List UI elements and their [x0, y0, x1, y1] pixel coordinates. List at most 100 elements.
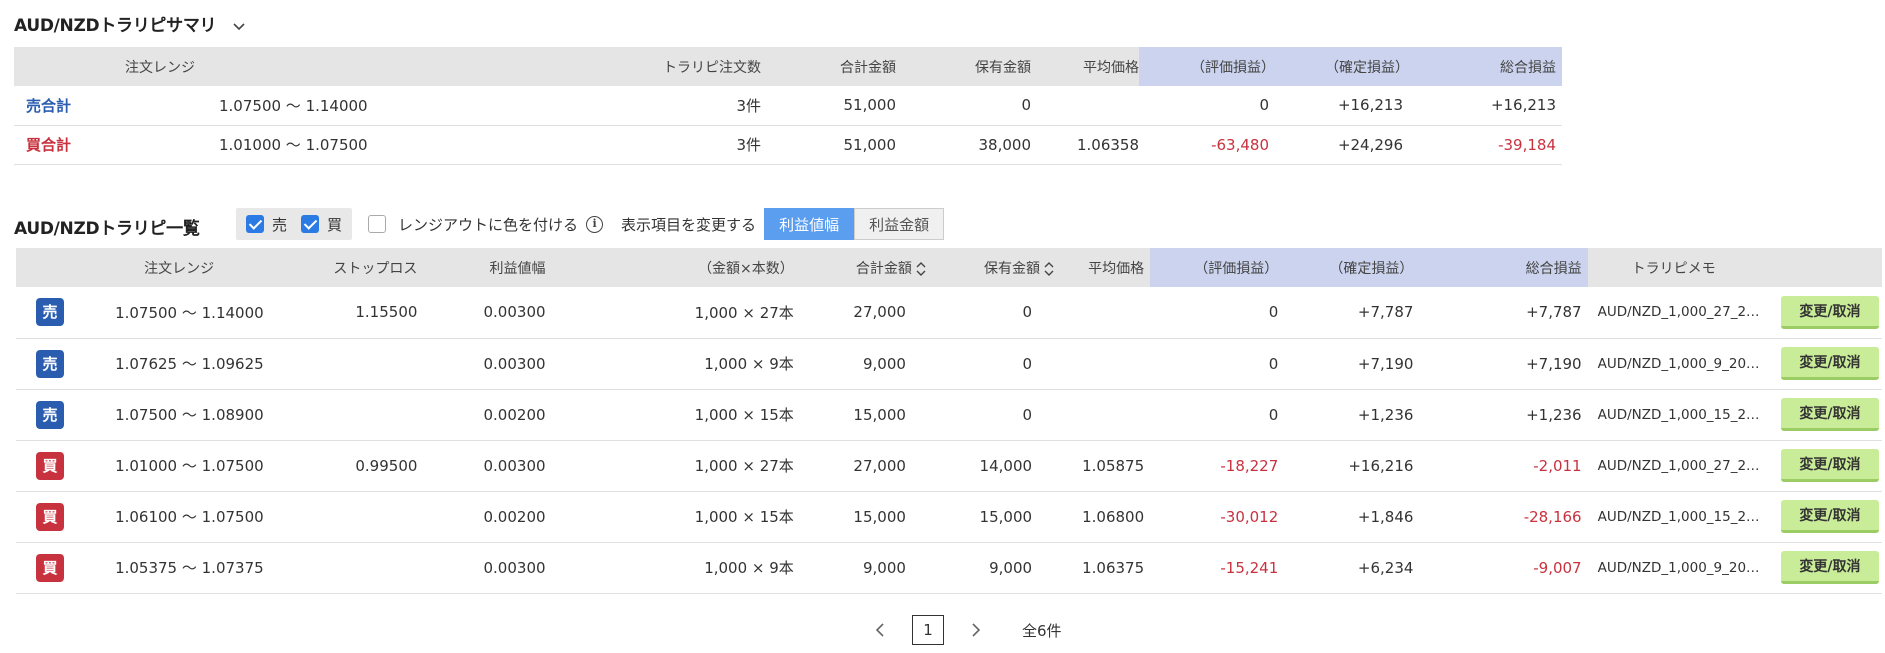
change-cancel-button[interactable]: 変更/取消 [1780, 347, 1879, 380]
summary-orders: 3件 [306, 125, 761, 165]
summary-row-buy: 買合計 1.01000 〜 1.07500 3件 51,000 38,000 1… [14, 125, 1562, 165]
change-cancel-button[interactable]: 変更/取消 [1780, 398, 1879, 431]
summary-eval: -63,480 [1139, 125, 1275, 165]
confirmed-pl-cell: +7,190 [1284, 338, 1420, 390]
held-cell: 15,000 [925, 491, 1055, 543]
summary-row-sell: 売合計 1.07500 〜 1.14000 3件 51,000 0 0 +16,… [14, 86, 1562, 126]
summary-col-avg: 平均価格 [1031, 47, 1139, 86]
summary-col-range: 注文レンジ [14, 47, 306, 86]
list-col-held[interactable]: 保有金額 [925, 248, 1055, 287]
list-row: 買 1.06100 〜 1.07500 0.00200 1,000 × 15本 15,0… [16, 491, 1882, 543]
side-cell: 売 [16, 287, 85, 339]
profit-width-cell: 0.00300 [419, 338, 548, 390]
avg-price-cell: 1.06800 [1054, 491, 1151, 543]
qty-cell: 1,000 × 9本 [547, 542, 798, 594]
confirmed-pl-cell: +1,236 [1284, 389, 1420, 441]
summary-col-total: 合計金額 [761, 47, 896, 86]
avg-price-cell [1054, 287, 1151, 339]
confirmed-pl-cell: +1,846 [1284, 491, 1420, 543]
overall-pl-cell: -28,166 [1419, 491, 1588, 543]
list-toolbar: 売 買 レンジアウトに色を付ける i 表示項目を変更する 利益値幅 利益金額 [236, 208, 945, 240]
range-cell: 1.05375 〜 1.07375 [84, 542, 275, 594]
change-cancel-button[interactable]: 変更/取消 [1780, 500, 1879, 533]
sort-icon[interactable] [916, 261, 926, 276]
side-cell: 買 [16, 440, 85, 492]
memo-cell: AUD/NZD_1,000_27_2… [1587, 440, 1778, 492]
summary-title[interactable]: AUD/NZDトラリピサマリ [14, 11, 246, 36]
profit-amount-button[interactable]: 利益金額 [854, 208, 945, 240]
filter-range-color[interactable]: レンジアウトに色を付ける i [368, 214, 604, 235]
list-col-width: 利益値幅 [419, 248, 548, 287]
filter-sell[interactable]: 売 [246, 214, 287, 235]
held-cell: 9,000 [925, 542, 1055, 594]
stop-loss-cell: 0.99500 [274, 440, 420, 492]
profit-width-cell: 0.00300 [419, 440, 548, 492]
change-cancel-button[interactable]: 変更/取消 [1780, 551, 1879, 584]
list-row: 売 1.07500 〜 1.14000 1.15500 0.00300 1,000 × … [16, 287, 1882, 339]
side-cell: 売 [16, 389, 85, 441]
buy-badge: 買 [36, 553, 65, 582]
summary-confirmed: +16,213 [1275, 86, 1409, 126]
page-current[interactable]: 1 [912, 615, 944, 645]
range-cell: 1.06100 〜 1.07500 [84, 491, 275, 543]
stop-loss-cell [274, 389, 420, 441]
stop-loss-cell [274, 338, 420, 390]
summary-avg: 1.06358 [1031, 125, 1139, 165]
memo-cell: AUD/NZD_1,000_9_20… [1587, 338, 1778, 390]
prev-page-icon[interactable] [862, 621, 898, 639]
overall-pl-cell: +1,236 [1419, 389, 1588, 441]
list-row: 買 1.05375 〜 1.07375 0.00300 1,000 × 9本 9,000… [16, 542, 1882, 594]
next-page-icon[interactable] [958, 621, 994, 639]
buy-checkbox-label: 買 [327, 215, 343, 234]
summary-held: 38,000 [896, 125, 1031, 165]
list-col-avg: 平均価格 [1054, 248, 1151, 287]
range-cell: 1.07500 〜 1.08900 [84, 389, 275, 441]
total-cell: 15,000 [797, 389, 926, 441]
summary-total: 51,000 [761, 125, 896, 165]
confirmed-pl-cell: +7,787 [1284, 287, 1420, 339]
profit-width-button[interactable]: 利益値幅 [764, 208, 855, 240]
action-cell: 変更/取消 [1777, 338, 1882, 390]
list-col-action [1777, 248, 1882, 287]
list-col-total[interactable]: 合計金額 [797, 248, 926, 287]
sell-badge: 売 [36, 298, 65, 327]
list-col-qty: （金額×本数） [547, 248, 798, 287]
range-cell: 1.07625 〜 1.09625 [84, 338, 275, 390]
chevron-down-icon[interactable] [232, 19, 246, 33]
action-cell: 変更/取消 [1777, 440, 1882, 492]
memo-cell: AUD/NZD_1,000_15_2… [1587, 491, 1778, 543]
filter-buy[interactable]: 買 [301, 214, 342, 235]
overall-pl-cell: -9,007 [1419, 542, 1588, 594]
held-cell: 14,000 [925, 440, 1055, 492]
eval-pl-cell: 0 [1150, 287, 1285, 339]
total-count: 全6件 [1022, 621, 1062, 640]
list-col-eval: （評価損益） [1150, 248, 1285, 287]
list-row: 売 1.07625 〜 1.09625 0.00300 1,000 × 9本 9,000… [16, 338, 1882, 390]
buy-checkbox[interactable] [301, 215, 320, 233]
display-toggle: 利益値幅 利益金額 [764, 208, 945, 240]
summary-table: 注文レンジ トラリピ注文数 合計金額 保有金額 平均価格 （評価損益） （確定損… [14, 47, 1562, 165]
list-table: 注文レンジ ストップロス 利益値幅 （金額×本数） 合計金額 保有金額 平均価格… [16, 248, 1882, 594]
range-color-checkbox[interactable] [368, 215, 387, 233]
qty-cell: 1,000 × 15本 [547, 389, 798, 441]
change-cancel-button[interactable]: 変更/取消 [1780, 449, 1879, 482]
sell-badge: 売 [36, 349, 65, 378]
info-icon[interactable]: i [586, 215, 604, 233]
summary-col-eval: （評価損益） [1139, 47, 1275, 86]
memo-cell: AUD/NZD_1,000_9_20… [1587, 542, 1778, 594]
sell-checkbox-label: 売 [272, 215, 288, 234]
total-cell: 27,000 [797, 440, 926, 492]
held-cell: 0 [925, 338, 1055, 390]
sell-checkbox[interactable] [246, 215, 264, 233]
summary-confirmed: +24,296 [1275, 125, 1409, 165]
change-cancel-button[interactable]: 変更/取消 [1780, 295, 1879, 329]
sort-icon[interactable] [1044, 261, 1054, 276]
eval-pl-cell: 0 [1150, 338, 1285, 390]
total-cell: 9,000 [797, 542, 926, 594]
summary-header-row: 注文レンジ トラリピ注文数 合計金額 保有金額 平均価格 （評価損益） （確定損… [14, 47, 1562, 86]
confirmed-pl-cell: +6,234 [1284, 542, 1420, 594]
eval-pl-cell: -15,241 [1150, 542, 1285, 594]
summary-held: 0 [896, 86, 1031, 126]
list-col-stop: ストップロス [274, 248, 420, 287]
summary-avg [1031, 86, 1139, 126]
